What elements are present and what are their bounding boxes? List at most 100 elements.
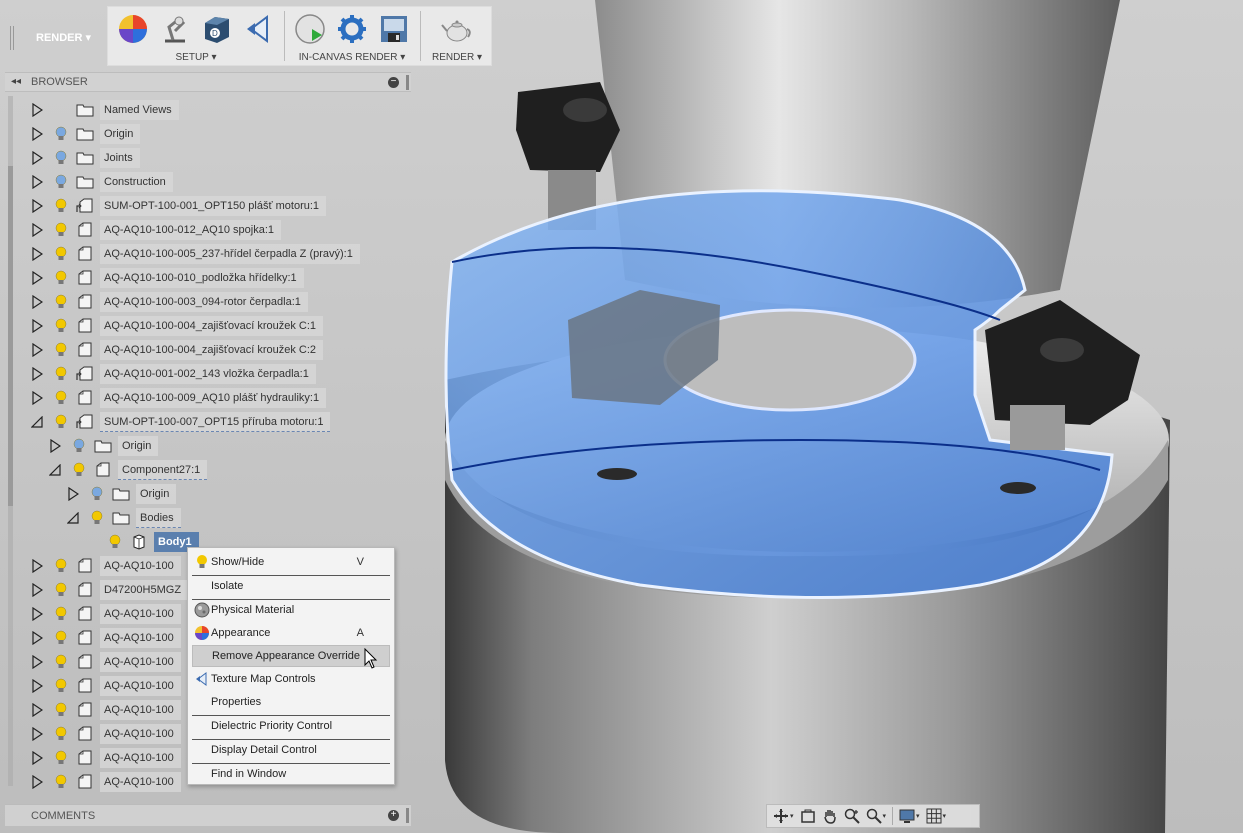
add-comment-icon[interactable]: + [388,810,399,821]
expand-arrow-icon[interactable] [48,439,62,453]
visibility-lightbulb-icon[interactable] [72,438,86,454]
in-canvas-render-menu[interactable]: IN-CANVAS RENDER ▾ [285,52,419,63]
minimize-icon[interactable]: − [388,77,399,88]
tree-node[interactable]: AQ-AQ10-100 [30,554,181,578]
appearance-icon[interactable] [115,11,151,47]
tree-node-label[interactable]: AQ-AQ10-100-003_094-rotor čerpadla:1 [100,292,308,312]
visibility-lightbulb-icon[interactable] [54,414,68,430]
look-at-icon[interactable] [798,806,818,826]
menu-item-find-in-window[interactable]: Find in Window [192,763,390,785]
tree-node[interactable]: AQ-AQ10-100-009_AQ10 plášť hydrauliky:1 [30,386,327,410]
expand-arrow-icon[interactable] [30,223,44,237]
orbit-icon[interactable]: ▾ [771,806,796,826]
visibility-lightbulb-icon[interactable] [54,366,68,382]
tree-node[interactable]: AQ-AQ10-100 [30,722,181,746]
tree-node[interactable]: AQ-AQ10-100 [30,650,181,674]
visibility-lightbulb-icon[interactable] [72,462,86,478]
expand-arrow-icon[interactable] [30,199,44,213]
tree-node-label[interactable]: AQ-AQ10-100 [100,724,181,744]
tree-node-label[interactable]: Joints [100,148,140,168]
tree-node-label[interactable]: Bodies [136,508,181,528]
expand-arrow-icon[interactable] [30,367,44,381]
tree-node-label[interactable]: AQ-AQ10-100-004_zajišťovací kroužek C:2 [100,340,324,360]
display-settings-icon[interactable]: ▾ [897,806,922,826]
scene-settings-icon[interactable] [157,11,193,47]
expand-arrow-icon[interactable] [30,247,44,261]
tree-node-label[interactable]: AQ-AQ10-100 [100,676,181,696]
in-canvas-render-icon[interactable] [292,11,328,47]
visibility-lightbulb-icon[interactable] [54,606,68,622]
tree-node-label[interactable]: AQ-AQ10-100 [100,748,181,768]
tree-node[interactable]: AQ-AQ10-100 [30,698,181,722]
visibility-lightbulb-icon[interactable] [54,558,68,574]
tree-node[interactable]: Construction [30,170,173,194]
visibility-lightbulb-icon[interactable] [54,222,68,238]
tree-node-label[interactable]: Named Views [100,100,179,120]
tree-node-label[interactable]: Component27:1 [118,460,208,480]
panel-handle[interactable] [406,75,409,90]
expand-arrow-icon[interactable] [66,487,80,501]
tree-node-label[interactable]: AQ-AQ10-001-002_143 vložka čerpadla:1 [100,364,316,384]
menu-item-physical-material[interactable]: Physical Material [192,599,390,621]
tree-node-label[interactable]: AQ-AQ10-100 [100,700,181,720]
menu-item-remove-appearance-override[interactable]: Remove Appearance Override [192,645,390,667]
visibility-lightbulb-icon[interactable] [54,150,68,166]
visibility-lightbulb-icon[interactable] [54,318,68,334]
visibility-lightbulb-icon[interactable] [54,270,68,286]
tree-node-label[interactable]: SUM-OPT-100-001_OPT150 plášť motoru:1 [100,196,327,216]
visibility-lightbulb-icon[interactable] [54,342,68,358]
collapse-arrow-icon[interactable] [66,511,80,525]
tree-node-label[interactable]: D47200H5MGZ [100,580,189,600]
visibility-lightbulb-icon[interactable] [54,198,68,214]
collapse-panel-icon[interactable]: ◂◂ [11,76,21,87]
tree-node-label[interactable]: Origin [136,484,177,504]
tree-node-label[interactable]: AQ-AQ10-100 [100,604,181,624]
menu-item-properties[interactable]: Properties [192,691,390,713]
tree-node[interactable]: AQ-AQ10-100 [30,626,181,650]
expand-arrow-icon[interactable] [30,751,44,765]
tree-node[interactable]: Named Views [30,98,179,122]
scrollbar-thumb[interactable] [8,166,13,506]
expand-arrow-icon[interactable] [30,343,44,357]
tree-node-label[interactable]: AQ-AQ10-100 [100,628,181,648]
tree-node[interactable]: Origin [30,122,141,146]
grid-icon[interactable]: ▾ [924,806,949,826]
expand-arrow-icon[interactable] [30,271,44,285]
expand-arrow-icon[interactable] [30,559,44,573]
tree-node[interactable]: AQ-AQ10-100-012_AQ10 spojka:1 [30,218,281,242]
tree-node-label[interactable]: Construction [100,172,173,192]
visibility-lightbulb-icon[interactable] [108,534,122,550]
expand-arrow-icon[interactable] [30,151,44,165]
visibility-lightbulb-icon[interactable] [54,750,68,766]
tree-node[interactable]: AQ-AQ10-100-004_zajišťovací kroužek C:2 [30,338,324,362]
pan-icon[interactable] [820,806,840,826]
visibility-lightbulb-icon[interactable] [54,126,68,142]
visibility-lightbulb-icon[interactable] [54,774,68,790]
zoom-icon[interactable] [842,806,862,826]
expand-arrow-icon[interactable] [30,655,44,669]
tree-node-label[interactable]: AQ-AQ10-100-010_podložka hřídelky:1 [100,268,304,288]
expand-arrow-icon[interactable] [30,607,44,621]
render-menu[interactable]: RENDER ▾ [421,52,493,63]
expand-arrow-icon[interactable] [30,319,44,333]
expand-arrow-icon[interactable] [30,775,44,789]
tree-node[interactable]: SUM-OPT-100-007_OPT15 příruba motoru:1 [30,410,331,434]
visibility-lightbulb-icon[interactable] [54,726,68,742]
render-settings-icon[interactable] [334,11,370,47]
tree-node-label[interactable]: AQ-AQ10-100-009_AQ10 plášť hydrauliky:1 [100,388,327,408]
expand-arrow-icon[interactable] [30,127,44,141]
tree-node[interactable]: AQ-AQ10-100 [30,602,181,626]
visibility-lightbulb-icon[interactable] [54,582,68,598]
visibility-lightbulb-icon[interactable] [54,654,68,670]
expand-arrow-icon[interactable] [30,679,44,693]
expand-arrow-icon[interactable] [30,583,44,597]
toolbar-grip[interactable] [10,26,14,50]
menu-item-dielectric-priority-control[interactable]: Dielectric Priority Control [192,715,390,737]
expand-arrow-icon[interactable] [30,391,44,405]
menu-item-appearance[interactable]: Appearance A [192,622,390,644]
menu-item-texture-map-controls[interactable]: Texture Map Controls [192,668,390,690]
teapot-render-icon[interactable] [439,11,475,47]
tree-node[interactable]: AQ-AQ10-100 [30,770,181,794]
tree-node-label[interactable]: Origin [100,124,141,144]
menu-item-show-hide[interactable]: Show/Hide V [192,551,390,573]
